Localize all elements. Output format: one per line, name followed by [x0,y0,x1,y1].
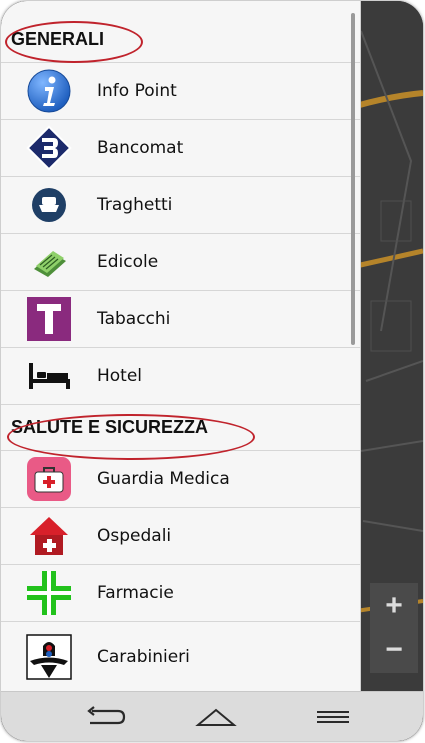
category-item-traghetti[interactable]: Traghetti [1,177,360,234]
drawer-scrollbar[interactable] [351,13,355,345]
section-header-generali: GENERALI [1,17,360,63]
category-label: Tabacchi [97,309,171,329]
category-label: Info Point [97,81,177,101]
category-item-guardia-medica[interactable]: Guardia Medica [1,451,360,508]
category-item-tabacchi[interactable]: Tabacchi [1,291,360,348]
category-drawer: GENERALI Info Point Bancomat Traghetti E… [1,1,361,691]
section-title: GENERALI [11,29,105,49]
category-item-bancomat[interactable]: Bancomat [1,120,360,177]
category-item-hotel[interactable]: Hotel [1,348,360,405]
info-icon [25,67,73,115]
category-label: Guardia Medica [97,469,230,489]
category-label: Bancomat [97,138,184,158]
category-label: Ospedali [97,526,172,546]
category-label: Hotel [97,366,143,386]
carabinieri-icon [25,633,73,681]
menu-button[interactable] [303,698,363,736]
home-button[interactable] [186,698,246,736]
category-label: Edicole [97,252,159,272]
hospital-icon [25,512,73,560]
section-title: SALUTE E SICUREZZA [11,417,209,437]
bancomat-icon [25,124,73,172]
zoom-out-button[interactable]: − [370,627,418,673]
back-icon [87,706,126,725]
category-item-ospedali[interactable]: Ospedali [1,508,360,565]
zoom-in-button[interactable]: + [370,583,418,629]
pharmacy-cross-icon [25,569,73,617]
menu-icon [317,711,349,723]
bed-icon [25,352,73,400]
back-button[interactable] [76,698,136,736]
first-aid-kit-icon [25,455,73,503]
category-label: Farmacie [97,583,174,603]
section-header-salute-e-sicurezza: SALUTE E SICUREZZA [1,405,360,451]
home-icon [195,708,237,726]
tobacco-icon [25,295,73,343]
category-item-carabinieri[interactable]: Carabinieri [1,622,360,691]
phone-frame: + − GENERALI Info Point Bancomat Traghet… [1,1,423,741]
ferry-icon [25,181,73,229]
category-item-farmacie[interactable]: Farmacie [1,565,360,622]
category-item-edicole[interactable]: Edicole [1,234,360,291]
category-item-info-point[interactable]: Info Point [1,63,360,120]
category-label: Traghetti [97,195,173,215]
category-label: Carabinieri [97,646,190,667]
system-navigation-bar [1,691,423,741]
newspaper-icon [25,238,73,286]
